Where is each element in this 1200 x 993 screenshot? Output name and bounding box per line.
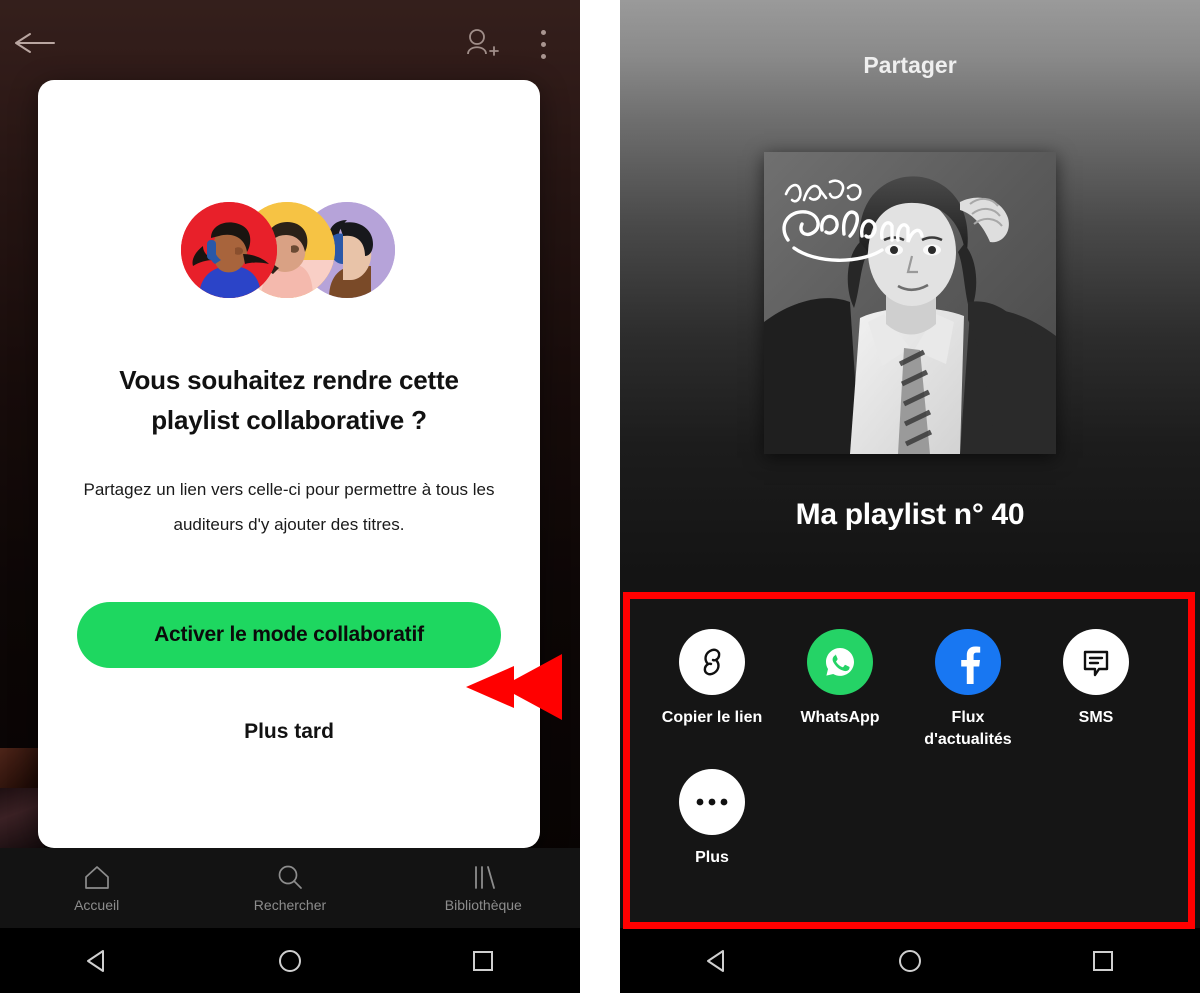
modal-title: Vous souhaitez rendre cette playlist col… [119, 365, 459, 435]
kebab-menu-icon[interactable] [530, 30, 556, 62]
left-topbar [0, 0, 580, 80]
sidebar-item-accueil[interactable]: Accueil [0, 864, 193, 913]
share-option-label: SMS [1078, 709, 1114, 726]
link-icon [679, 629, 745, 695]
square-recents-icon[interactable] [1053, 946, 1153, 976]
share-options-sheet: Copier le lien WhatsApp Flux d'actualité… [630, 599, 1190, 922]
album-cover-art [764, 152, 1056, 454]
android-system-nav-right [620, 928, 1200, 993]
share-option-label: WhatsApp [800, 709, 880, 726]
facebook-icon [935, 629, 1001, 695]
avatar-red [181, 202, 277, 298]
collaborative-playlist-modal: Vous souhaitez rendre cette playlist col… [38, 80, 540, 848]
spotify-bottom-nav: Accueil Rechercher Bibliothèque [0, 848, 580, 928]
nav-label: Bibliothèque [444, 896, 522, 913]
nav-label: Accueil [74, 896, 120, 913]
triangle-back-icon[interactable] [667, 946, 767, 976]
square-recents-icon[interactable] [433, 946, 533, 976]
triangle-back-icon[interactable] [47, 946, 147, 976]
page-title: Partager [863, 52, 957, 78]
whatsapp-icon [807, 629, 873, 695]
panel-divider [580, 0, 620, 993]
left-phone-screen: Vous souhaitez rendre cette playlist col… [0, 0, 580, 993]
activate-collaborative-mode-button[interactable]: Activer le mode collaboratif [77, 602, 501, 668]
person-add-icon[interactable] [462, 28, 500, 62]
circle-home-icon[interactable] [860, 946, 960, 976]
message-bubble-icon [1063, 629, 1129, 695]
share-option-label: Copier le lien [661, 709, 763, 726]
sidebar-item-bibliotheque[interactable]: Bibliothèque [387, 864, 580, 913]
share-option-copy-link[interactable]: Copier le lien [648, 629, 776, 751]
right-phone-screen: Partager Ma playlist n° 40 Copier le lie… [620, 0, 1200, 993]
share-option-whatsapp[interactable]: WhatsApp [776, 629, 904, 751]
share-options-grid: Copier le lien WhatsApp Flux d'actualité… [630, 599, 1190, 887]
share-option-label: Flux d'actualités [924, 709, 1012, 748]
arrow-left-icon[interactable] [14, 32, 56, 54]
three-listeners-avatars-illustration [181, 202, 397, 298]
sidebar-item-rechercher[interactable]: Rechercher [193, 864, 386, 913]
share-option-more[interactable]: Plus [648, 769, 776, 869]
nav-label: Rechercher [253, 896, 327, 913]
android-system-nav-left [0, 928, 580, 993]
share-option-sms[interactable]: SMS [1032, 629, 1160, 751]
ellipsis-icon [679, 769, 745, 835]
dual-screenshot-root: Vous souhaitez rendre cette playlist col… [0, 0, 1200, 993]
later-button[interactable]: Plus tard [244, 720, 334, 744]
share-option-label: Plus [695, 849, 729, 866]
share-option-facebook-feed[interactable]: Flux d'actualités [904, 629, 1032, 751]
circle-home-icon[interactable] [240, 946, 340, 976]
playlist-title: Ma playlist n° 40 [795, 498, 1025, 531]
modal-body-text: Partagez un lien vers celle-ci pour perm… [83, 480, 495, 534]
